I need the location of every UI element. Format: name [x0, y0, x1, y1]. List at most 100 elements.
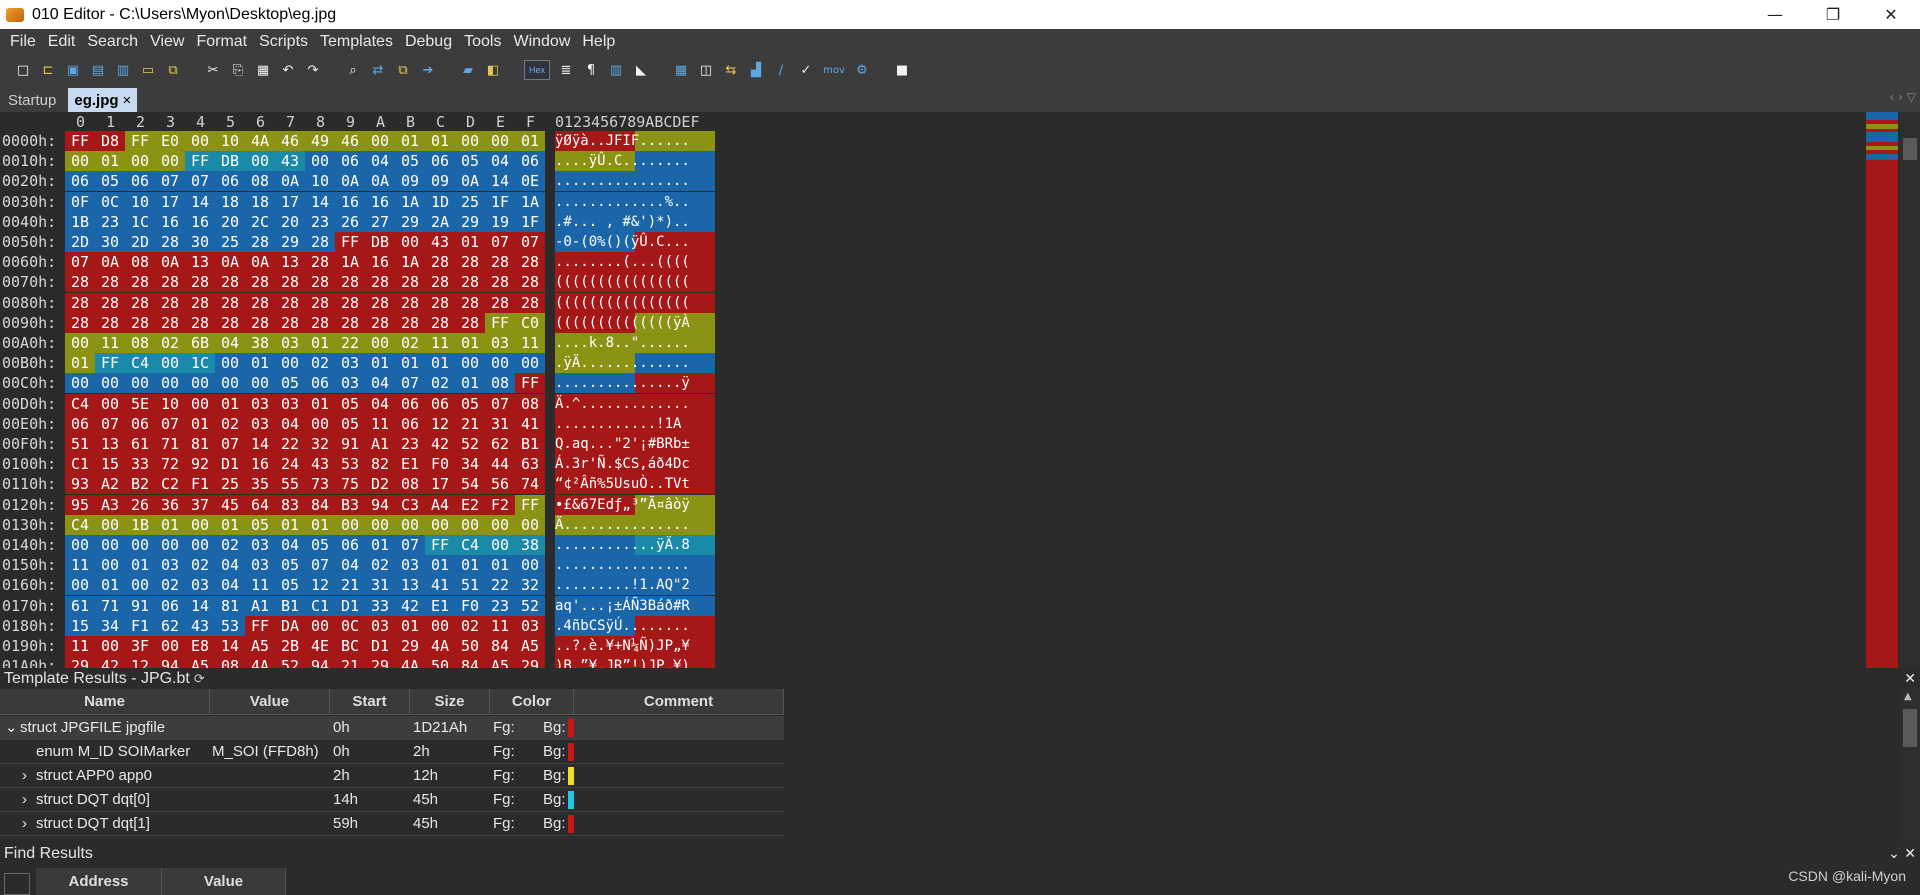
hex-byte[interactable]: 02	[365, 555, 395, 576]
hex-byte[interactable]: 28	[95, 292, 125, 313]
hex-byte[interactable]: 4A	[395, 656, 425, 668]
hex-byte[interactable]: 07	[215, 434, 245, 454]
hex-byte[interactable]: 03	[335, 373, 365, 394]
hex-byte[interactable]: 04	[215, 575, 245, 596]
hex-byte[interactable]: 91	[125, 595, 155, 616]
hex-byte[interactable]: 2D	[65, 232, 95, 252]
hex-byte[interactable]: 01	[185, 413, 215, 434]
hex-row[interactable]: 0170h: 61 71 91 06 14 81 A1 B1 C1 D1 33 42 E1 F0 23 52 aq…	[0, 595, 720, 616]
tab-eg-jpg[interactable]: eg.jpg ×	[68, 88, 138, 112]
hex-byte[interactable]: 00	[515, 353, 545, 374]
hex-byte[interactable]: 54	[455, 474, 485, 495]
hex-byte[interactable]: 00	[365, 514, 395, 535]
hex-byte[interactable]: 01	[95, 151, 125, 172]
open-recent-icon[interactable]: ⧉	[164, 61, 182, 79]
hex-byte[interactable]: 93	[65, 474, 95, 495]
hex-byte[interactable]: 07	[65, 252, 95, 273]
hex-byte[interactable]: A4	[425, 494, 455, 515]
hex-byte[interactable]: 06	[335, 535, 365, 555]
hex-byte[interactable]: 01	[395, 615, 425, 636]
tab-startup[interactable]: Startup	[2, 88, 62, 112]
hex-row[interactable]: 0110h: 93 A2 B2 C2 F1 25 35 55 73 75 D2 08 17 54 56 74 “¢…	[0, 474, 720, 495]
hex-byte[interactable]: 21	[335, 575, 365, 596]
hex-byte[interactable]: 95	[65, 494, 95, 515]
hex-byte[interactable]: 07	[395, 535, 425, 555]
hex-byte[interactable]: 01	[425, 555, 455, 576]
refresh-icon[interactable]: ⟳	[194, 672, 205, 687]
hex-byte[interactable]: 84	[485, 636, 515, 656]
column-header-start[interactable]: Start	[330, 689, 410, 715]
hex-byte[interactable]: 83	[275, 494, 305, 515]
hex-byte[interactable]: 28	[335, 312, 365, 333]
hex-byte[interactable]: 22	[335, 333, 365, 353]
hex-row-ascii[interactable]: .#... , #&')*)..	[555, 211, 715, 232]
tab-close-icon[interactable]: ×	[123, 92, 132, 109]
result-bg-label[interactable]: Bg:	[543, 716, 566, 740]
hex-byte[interactable]: 00	[65, 373, 95, 394]
hex-byte[interactable]: 11	[65, 636, 95, 656]
hex-byte[interactable]: 01	[215, 393, 245, 414]
hex-byte[interactable]: 1A	[395, 191, 425, 212]
hex-byte[interactable]: 28	[395, 312, 425, 333]
hex-byte[interactable]: 14	[245, 434, 275, 454]
hex-byte[interactable]: 28	[305, 292, 335, 313]
hex-byte[interactable]: 00	[95, 636, 125, 656]
hex-byte[interactable]: 43	[305, 454, 335, 475]
hex-byte[interactable]: 03	[245, 393, 275, 414]
hex-byte[interactable]: 0A	[155, 252, 185, 273]
hex-byte[interactable]: 24	[275, 454, 305, 475]
hex-row-ascii[interactable]: ....ÿÛ.C........	[555, 151, 715, 172]
hex-byte[interactable]: 00	[155, 535, 185, 555]
hex-byte[interactable]: 06	[65, 413, 95, 434]
hex-byte[interactable]: FF	[515, 373, 545, 394]
hex-byte[interactable]: 01	[155, 514, 185, 535]
hex-byte[interactable]: 28	[425, 312, 455, 333]
hex-byte[interactable]: 28	[425, 252, 455, 273]
stop-icon[interactable]: ■	[893, 61, 911, 79]
hex-byte[interactable]: 50	[455, 636, 485, 656]
hex-byte[interactable]: 4A	[245, 131, 275, 151]
hex-byte[interactable]: 00	[95, 393, 125, 414]
hex-byte[interactable]: 43	[275, 151, 305, 172]
hex-row-ascii[interactable]: ((((((((((((((((	[555, 272, 715, 293]
hex-byte[interactable]: 08	[515, 393, 545, 414]
hex-byte[interactable]: 06	[425, 393, 455, 414]
hex-byte[interactable]: 04	[365, 373, 395, 394]
result-value[interactable]: M_SOI (FFD8h)	[212, 740, 330, 764]
hex-row-ascii[interactable]: Ä.^.............	[555, 393, 715, 414]
hex-byte[interactable]: 07	[515, 232, 545, 252]
hex-byte[interactable]: 28	[305, 272, 335, 293]
hex-byte[interactable]: 46	[335, 131, 365, 151]
expander-icon[interactable]: ›	[22, 764, 34, 788]
bg-color-swatch[interactable]	[568, 767, 574, 785]
hex-byte[interactable]: 21	[335, 656, 365, 668]
hex-byte[interactable]: C1	[65, 454, 95, 475]
hex-byte[interactable]: 28	[335, 292, 365, 313]
redo-icon[interactable]: ↷	[304, 61, 322, 79]
hex-byte[interactable]: 31	[365, 575, 395, 596]
hex-byte[interactable]: A2	[95, 474, 125, 495]
hex-byte[interactable]: 28	[365, 312, 395, 333]
hex-byte[interactable]: 02	[455, 615, 485, 636]
hex-row-ascii[interactable]: ...............ÿ	[555, 373, 715, 394]
hex-byte[interactable]: 00	[95, 373, 125, 394]
hex-byte[interactable]: 71	[95, 595, 125, 616]
hex-byte[interactable]: 28	[125, 272, 155, 293]
hex-byte[interactable]: 0A	[275, 171, 305, 192]
hex-byte[interactable]: 00	[395, 232, 425, 252]
hex-byte[interactable]: 16	[335, 191, 365, 212]
hex-byte[interactable]: A1	[365, 434, 395, 454]
hex-byte[interactable]: 17	[155, 191, 185, 212]
hex-byte[interactable]: 51	[65, 434, 95, 454]
hex-byte[interactable]: 29	[395, 636, 425, 656]
result-fg-label[interactable]: Fg:	[493, 788, 515, 812]
hex-byte[interactable]: C4	[65, 393, 95, 414]
hex-byte[interactable]: D1	[365, 636, 395, 656]
hex-row-ascii[interactable]: ............ÿÄ.8	[555, 535, 715, 555]
compare-icon[interactable]: ◧	[484, 61, 502, 79]
hex-byte[interactable]: 00	[275, 353, 305, 374]
hex-row-ascii[interactable]: ((((((((((((((((	[555, 292, 715, 313]
bg-color-swatch[interactable]	[568, 719, 574, 737]
hex-byte[interactable]: 00	[335, 514, 365, 535]
hex-byte[interactable]: 22	[275, 434, 305, 454]
